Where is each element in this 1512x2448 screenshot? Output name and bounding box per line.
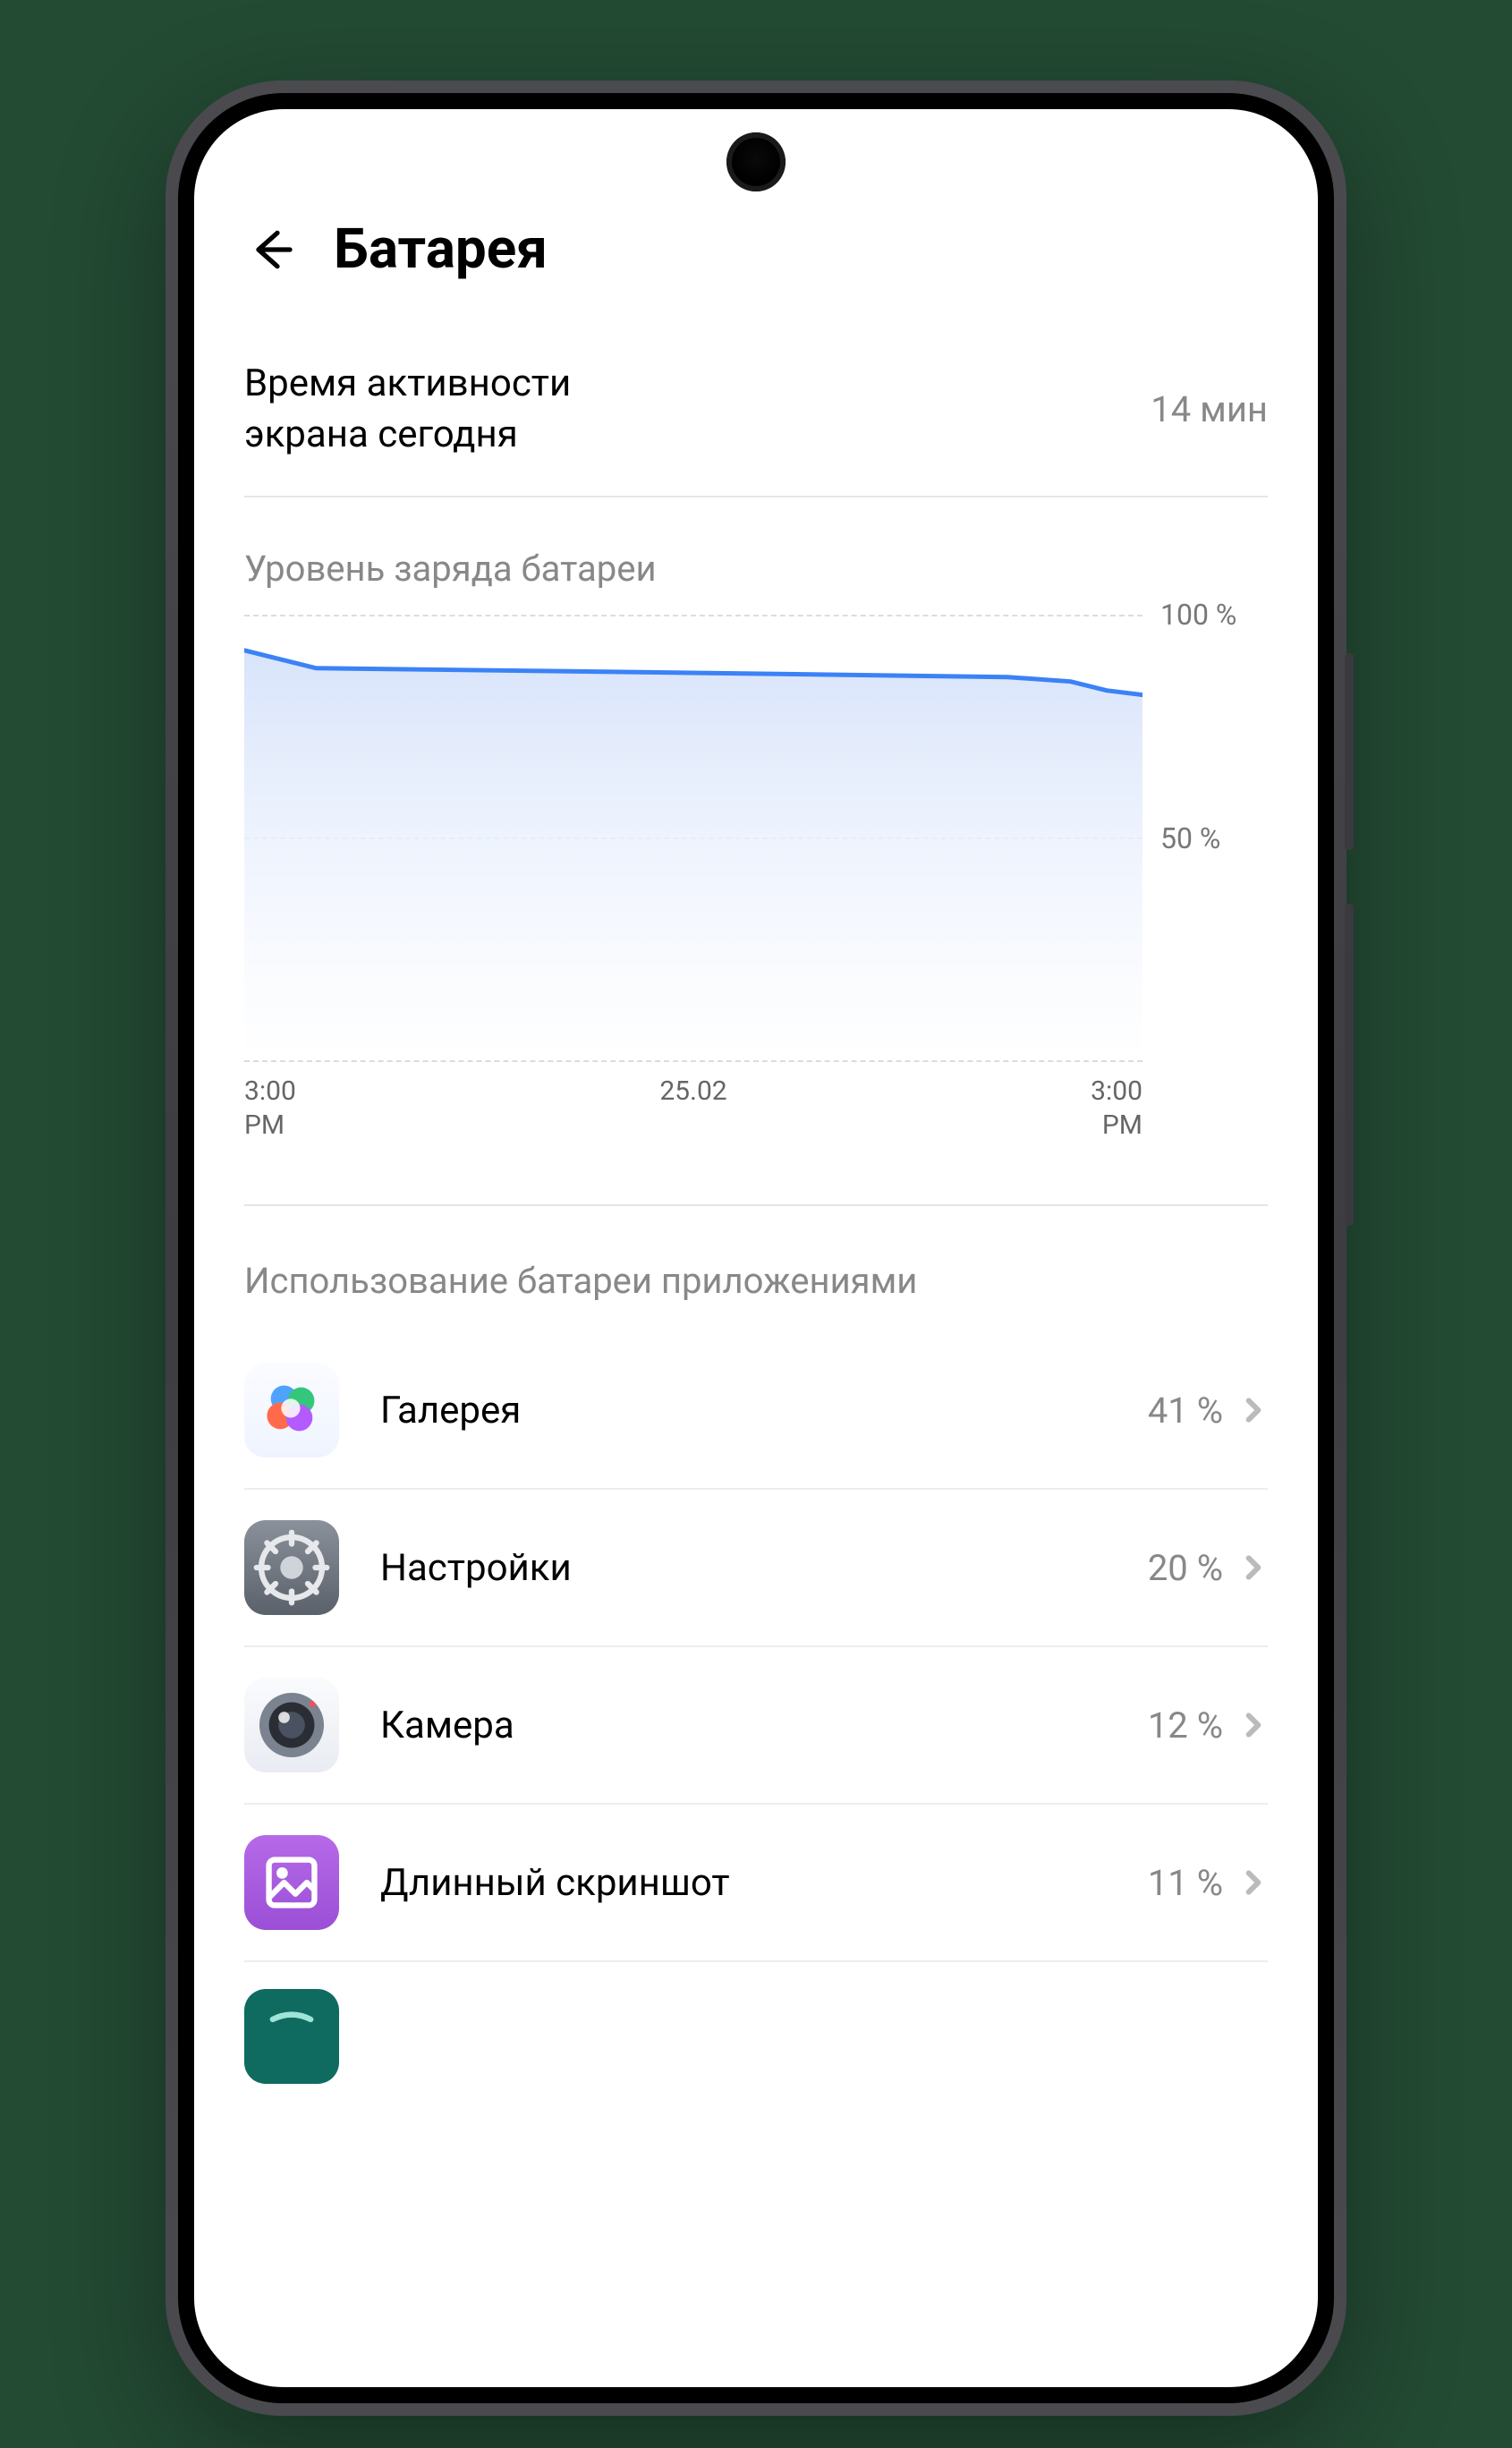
screen: Батарея Время активности экрана сегодня … [194, 109, 1318, 2387]
gallery-icon [244, 1363, 339, 1458]
battery-chart: 100 % 50 % [244, 615, 1268, 1062]
screen-time-label-line2: экрана сегодня [244, 410, 571, 461]
app-name: Галерея [380, 1389, 1148, 1432]
y-tick-50: 50 % [1160, 821, 1220, 855]
app-value: 41 % [1148, 1390, 1223, 1432]
x-tick-mid: 25.02 [659, 1075, 726, 1142]
chart-y-axis: 100 % 50 % [1142, 615, 1268, 1062]
settings-icon [244, 1520, 339, 1615]
volume-button[interactable] [1345, 904, 1354, 1226]
phone-frame: Батарея Время активности экрана сегодня … [166, 81, 1346, 2416]
screen-time-label: Время активности экрана сегодня [244, 359, 571, 460]
chevron-right-icon [1239, 1711, 1268, 1739]
x-tick-end-time: 3:00 [1091, 1075, 1142, 1109]
chart-x-axis: 3:00 PM 25.02 3:00 PM [244, 1062, 1142, 1142]
app-value: 11 % [1148, 1862, 1223, 1904]
app-usage-section: Использование батареи приложениями [244, 1206, 1268, 2084]
app-value: 20 % [1148, 1547, 1223, 1589]
x-tick-start-ampm: PM [244, 1109, 285, 1143]
phone-bezel: Батарея Время активности экрана сегодня … [178, 93, 1334, 2403]
app-name: Настройки [380, 1546, 1148, 1590]
page-title: Батарея [334, 217, 548, 282]
app-row-next-peek[interactable] [244, 1962, 1268, 2084]
chevron-right-icon [1239, 1396, 1268, 1424]
app-row-settings[interactable]: Настройки 20 % [244, 1490, 1268, 1647]
x-tick-start-time: 3:00 [244, 1075, 296, 1109]
x-tick-end: 3:00 PM [1091, 1075, 1142, 1142]
next-app-icon [244, 1989, 339, 2084]
arrow-left-icon [246, 225, 296, 275]
back-button[interactable] [244, 223, 298, 276]
app-name: Длинный скриншот [380, 1861, 1148, 1905]
app-usage-title: Использование батареи приложениями [244, 1260, 1268, 1302]
x-tick-start: 3:00 PM [244, 1075, 296, 1142]
chart-plot-area [244, 615, 1142, 1062]
chevron-right-icon [1239, 1868, 1268, 1897]
app-row-gallery[interactable]: Галерея 41 % [244, 1332, 1268, 1490]
app-row-screenshot[interactable]: Длинный скриншот 11 % [244, 1805, 1268, 1962]
screenshot-icon [244, 1835, 339, 1930]
y-tick-100: 100 % [1160, 598, 1236, 632]
battery-chart-section: Уровень заряда батареи [244, 497, 1268, 1142]
screen-time-value: 14 мин [1151, 388, 1268, 430]
power-button[interactable] [1345, 653, 1354, 850]
screen-time-row[interactable]: Время активности экрана сегодня 14 мин [244, 309, 1268, 497]
app-value: 12 % [1148, 1704, 1223, 1747]
camera-icon [244, 1678, 339, 1772]
x-tick-mid-date: 25.02 [659, 1075, 726, 1109]
chevron-right-icon [1239, 1553, 1268, 1582]
front-camera [726, 132, 786, 191]
screen-time-label-line1: Время активности [244, 359, 571, 410]
x-tick-end-ampm: PM [1102, 1109, 1142, 1143]
app-name: Камера [380, 1704, 1148, 1747]
chart-svg [244, 615, 1142, 1060]
app-row-camera[interactable]: Камера 12 % [244, 1647, 1268, 1805]
battery-chart-title: Уровень заряда батареи [244, 548, 1268, 590]
